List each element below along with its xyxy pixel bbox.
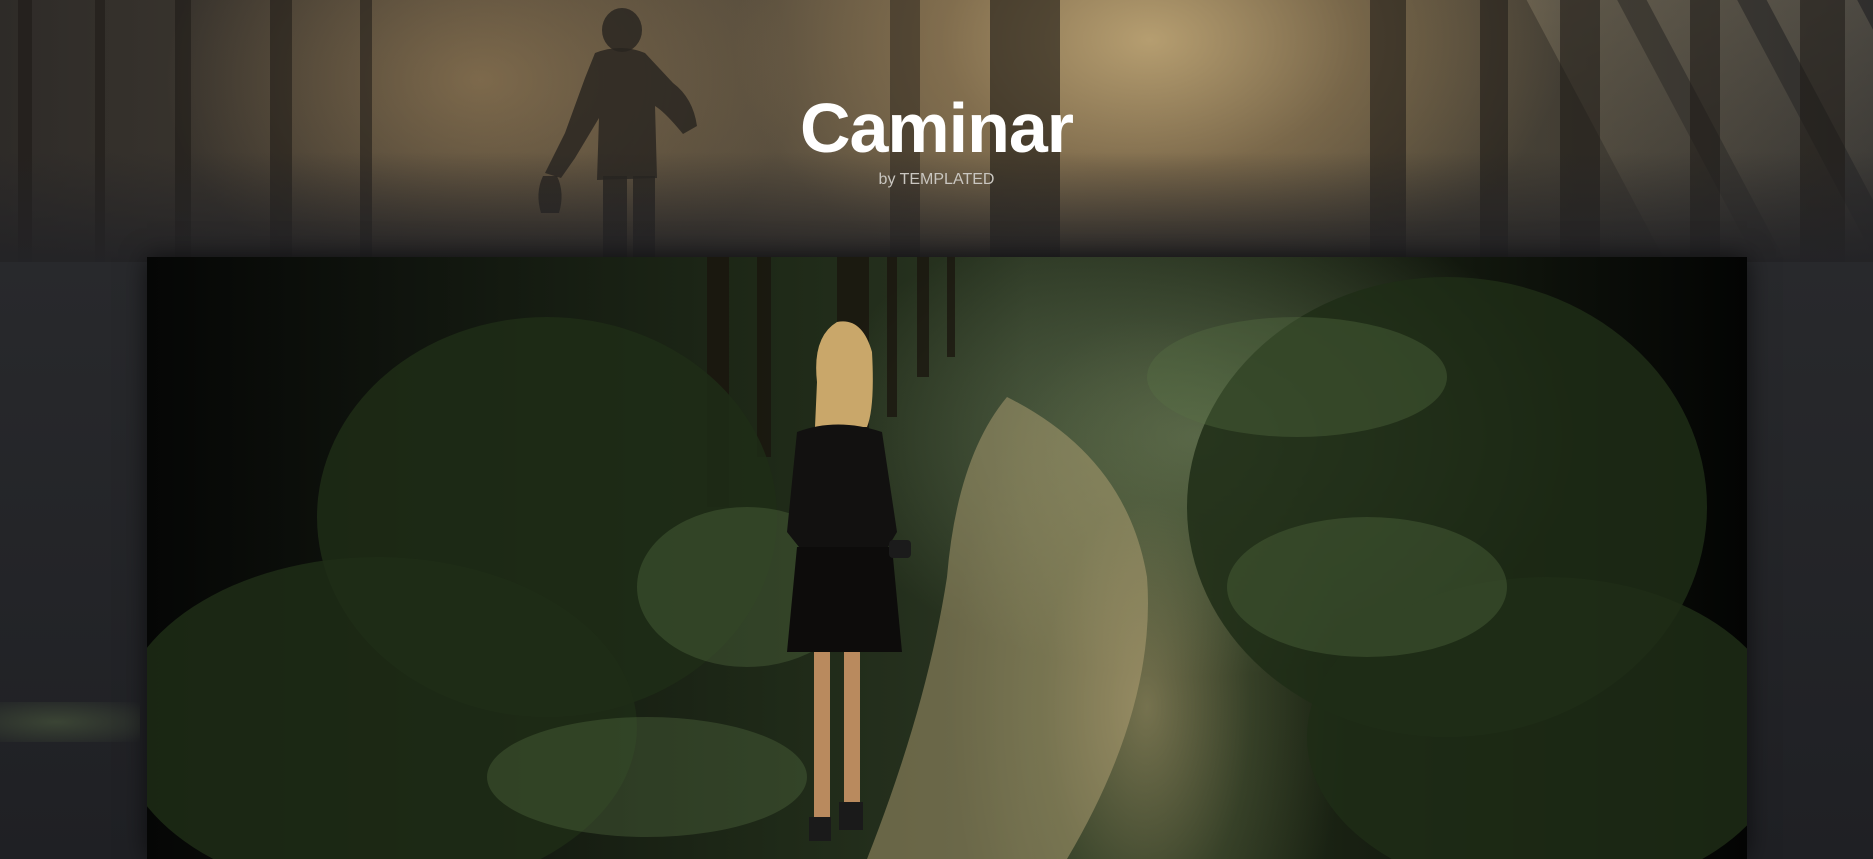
page: Caminar by TEMPLATED [0, 0, 1873, 859]
right-background [1747, 262, 1873, 859]
site-title[interactable]: Caminar [0, 88, 1873, 168]
site-byline: by TEMPLATED [0, 170, 1873, 190]
feature-image [147, 257, 1747, 859]
forest-path-illustration [147, 257, 1747, 859]
site-brand: Caminar by TEMPLATED [0, 88, 1873, 190]
byline-prefix: by [878, 171, 900, 188]
templated-link[interactable]: TEMPLATED [900, 171, 995, 188]
hero-banner: Caminar by TEMPLATED [0, 0, 1873, 262]
left-background [0, 262, 147, 859]
moss-detail [0, 702, 140, 742]
